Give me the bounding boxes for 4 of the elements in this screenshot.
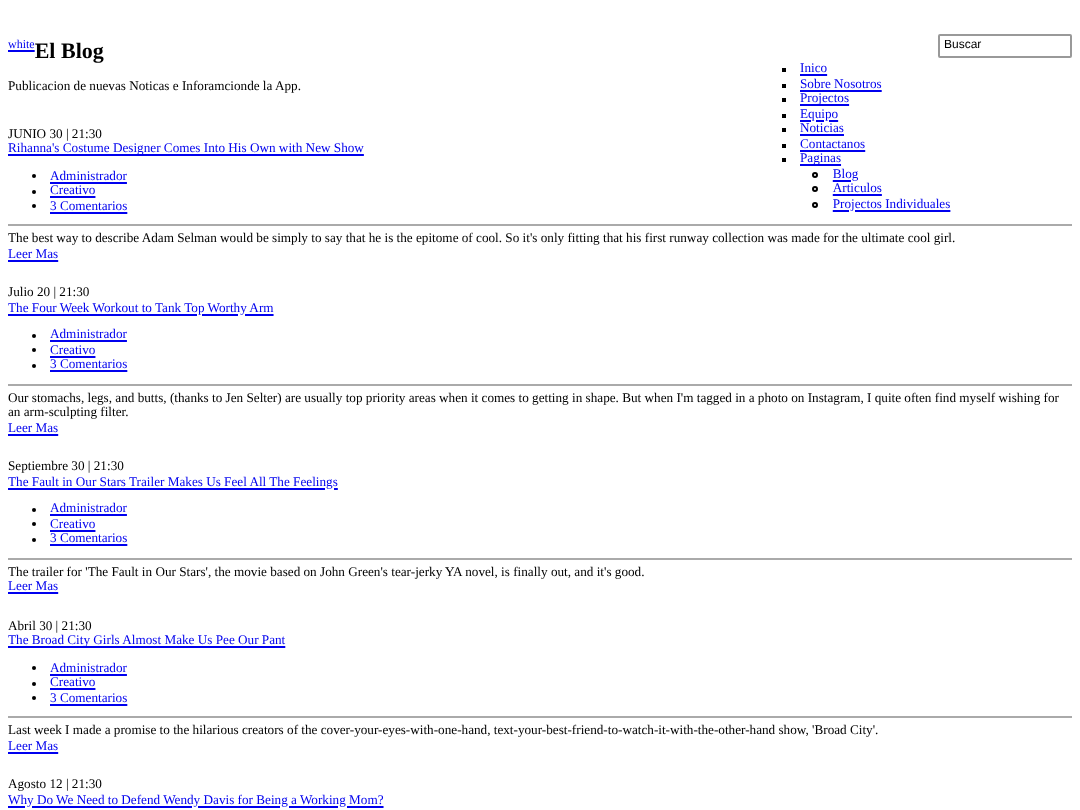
- blog-title: El Blog: [34, 40, 104, 64]
- bullet-icon: [812, 186, 819, 193]
- bullet-icon: [812, 201, 819, 208]
- bullet-icon: [812, 171, 819, 178]
